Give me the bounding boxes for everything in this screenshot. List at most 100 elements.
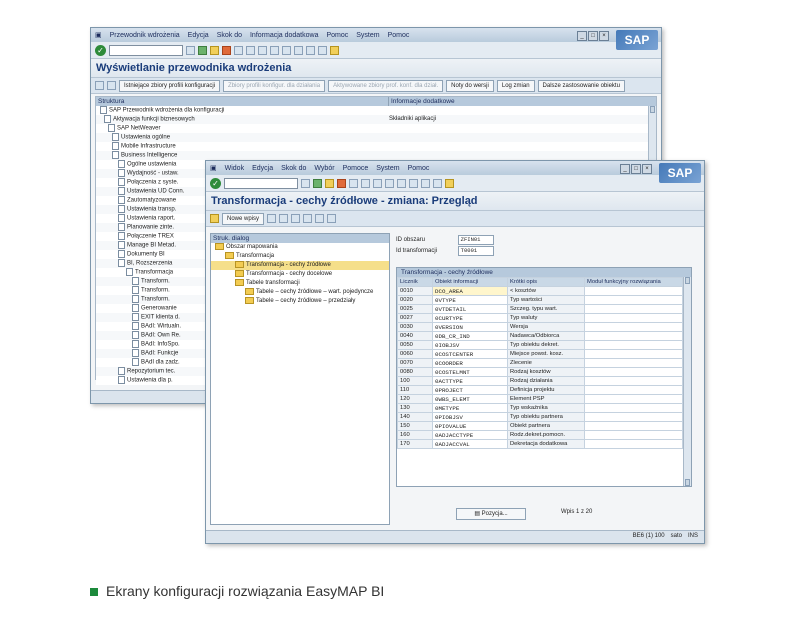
cancel-icon[interactable] <box>337 178 346 188</box>
print-icon[interactable] <box>349 178 358 188</box>
tree-row[interactable]: Mobile Infrastructure <box>96 142 656 151</box>
exit-icon[interactable] <box>210 45 219 55</box>
new-entries-button[interactable]: Nowe wpisy <box>222 212 265 225</box>
select-all-icon[interactable] <box>303 214 313 223</box>
info-object-cell[interactable]: 0COSTELMNT <box>432 367 508 377</box>
menu-item[interactable]: Przewodnik wdrożenia <box>110 32 180 39</box>
info-object-cell[interactable]: 0PIOBJSV <box>432 412 508 422</box>
find-icon[interactable] <box>246 45 255 55</box>
menu-item[interactable]: Wybór <box>314 165 334 172</box>
collapse-icon[interactable] <box>107 81 116 90</box>
last-page-icon[interactable] <box>421 178 430 188</box>
system-info[interactable]: BE6 (1) 100 <box>633 533 665 539</box>
close-icon[interactable]: × <box>642 164 652 174</box>
minimize-icon[interactable]: _ <box>577 31 587 41</box>
short-desc-cell[interactable]: < kosztów <box>507 286 585 296</box>
short-desc-cell[interactable]: Rodz.dekret.pomocn. <box>507 430 585 440</box>
change-log-button[interactable]: Log zmian <box>496 79 535 92</box>
dialog-tree-item[interactable]: Tabele transformacji <box>211 279 389 288</box>
info-object-cell[interactable]: 0PIOVALUE <box>432 421 508 431</box>
short-desc-cell[interactable]: Element PSP <box>507 394 585 404</box>
next-page-icon[interactable] <box>409 178 418 188</box>
new-session-icon[interactable] <box>433 178 442 188</box>
exit-icon[interactable] <box>325 178 334 188</box>
short-desc-cell[interactable]: Dekretacja dodatkowa <box>507 439 585 449</box>
table-row[interactable]: 0060 0COSTCENTER Miejsce powst. kosz. <box>397 349 683 359</box>
function-module-cell[interactable] <box>584 349 683 359</box>
table-row[interactable]: 110 0PROJECT Definicja projektu <box>397 385 683 395</box>
short-desc-cell[interactable]: Rodzaj działania <box>507 376 585 386</box>
tree-row[interactable]: Aktywacja funkcji biznesowych Składniki a… <box>96 115 656 124</box>
transformation-id-input[interactable]: T0001 <box>457 246 494 256</box>
menu-item[interactable]: Pomoc <box>388 32 410 39</box>
prev-page-icon[interactable] <box>282 45 291 55</box>
short-desc-cell[interactable]: Typ wartości <box>507 295 585 305</box>
short-desc-cell[interactable]: Typ wskaźnika <box>507 403 585 413</box>
menu-item[interactable]: Skok do <box>281 165 306 172</box>
function-module-cell[interactable] <box>584 403 683 413</box>
table-row[interactable]: 0040 0DB_CR_IND Nadawca/Odbiorca <box>397 331 683 341</box>
function-module-cell[interactable] <box>584 394 683 404</box>
table-row[interactable]: 100 0ACTTYPE Rodzaj działania <box>397 376 683 386</box>
info-object-cell[interactable]: 0DB_CR_IND <box>432 331 508 341</box>
menu-item[interactable]: Pomoc <box>408 165 430 172</box>
info-object-cell[interactable]: 0ACTTYPE <box>432 376 508 386</box>
where-used-button[interactable]: Dalsze zastosowanie obiektu <box>537 79 625 92</box>
short-desc-cell[interactable]: Typ obiektu partnera <box>507 412 585 422</box>
table-row[interactable]: 0025 0VTDETAIL Szczeg. typu wart. <box>397 304 683 314</box>
deselect-icon[interactable] <box>327 214 337 223</box>
tree-row[interactable]: Ustawienia ogólne <box>96 133 656 142</box>
delete-icon[interactable] <box>279 214 289 223</box>
info-object-cell[interactable]: 0METYPE <box>432 403 508 413</box>
first-page-icon[interactable] <box>270 45 279 55</box>
function-module-cell[interactable] <box>584 367 683 377</box>
activated-profiles-button[interactable]: Aktywowane zbiory prof. konf. dla dział. <box>328 79 444 92</box>
position-button[interactable]: ▤ Pozycja... <box>456 508 526 520</box>
table-row[interactable]: 0050 0IOBJSV Typ obiektu dekret. <box>397 340 683 350</box>
function-module-cell[interactable] <box>584 322 683 332</box>
menu-item[interactable]: System <box>376 165 399 172</box>
edit-icon[interactable] <box>210 214 219 223</box>
menu-item[interactable]: Informacja dodatkowa <box>250 32 318 39</box>
function-module-cell[interactable] <box>584 376 683 386</box>
close-icon[interactable]: × <box>599 31 609 41</box>
maximize-icon[interactable]: □ <box>631 164 641 174</box>
command-field[interactable] <box>224 177 298 189</box>
release-notes-button[interactable]: Noty do wersji <box>446 79 494 92</box>
table-row[interactable]: 0030 0VERSION Wersja <box>397 322 683 332</box>
info-object-cell[interactable]: 0WBS_ELEMT <box>432 394 508 404</box>
info-object-cell[interactable]: 0VERSION <box>432 322 508 332</box>
enter-icon[interactable]: ✓ <box>95 44 106 56</box>
info-object-cell[interactable]: 0CURTYPE <box>432 313 508 323</box>
short-desc-cell[interactable]: Zlecenie <box>507 358 585 368</box>
menu-item[interactable]: Pomoce <box>343 165 369 172</box>
table-row[interactable]: 0080 0COSTELMNT Rodzaj kosztów <box>397 367 683 377</box>
help-icon[interactable] <box>445 178 454 188</box>
function-module-cell[interactable] <box>584 295 683 305</box>
short-desc-cell[interactable]: Nadawca/Odbiorca <box>507 331 585 341</box>
short-desc-cell[interactable]: Typ waluty <box>507 313 585 323</box>
last-page-icon[interactable] <box>306 45 315 55</box>
function-module-cell[interactable] <box>584 385 683 395</box>
save-icon[interactable] <box>186 45 195 55</box>
short-desc-cell[interactable]: Wersja <box>507 322 585 332</box>
short-desc-cell[interactable]: Typ obiektu dekret. <box>507 340 585 350</box>
menu-item[interactable]: Edycja <box>188 32 209 39</box>
function-module-cell[interactable] <box>584 340 683 350</box>
short-desc-cell[interactable]: Rodzaj kosztów <box>507 367 585 377</box>
tree-row[interactable]: SAP Przewodnik wdrożenia dla konfiguracj… <box>96 106 656 115</box>
back-icon[interactable] <box>313 178 322 188</box>
print-icon[interactable] <box>234 45 243 55</box>
dialog-tree-item[interactable]: Transformacja <box>211 252 389 261</box>
find-icon[interactable] <box>361 178 370 188</box>
info-object-cell[interactable]: 0PROJECT <box>432 385 508 395</box>
command-field[interactable] <box>109 44 183 56</box>
info-object-cell[interactable]: 0COORDER <box>432 358 508 368</box>
menu-item[interactable]: Widok <box>225 165 244 172</box>
table-row[interactable]: 140 0PIOBJSV Typ obiektu partnera <box>397 412 683 422</box>
help-icon[interactable] <box>330 45 339 55</box>
info-object-cell[interactable]: 0VTDETAIL <box>432 304 508 314</box>
tree-row[interactable]: SAP NetWeaver <box>96 124 656 133</box>
save-icon[interactable] <box>301 178 310 188</box>
first-page-icon[interactable] <box>385 178 394 188</box>
